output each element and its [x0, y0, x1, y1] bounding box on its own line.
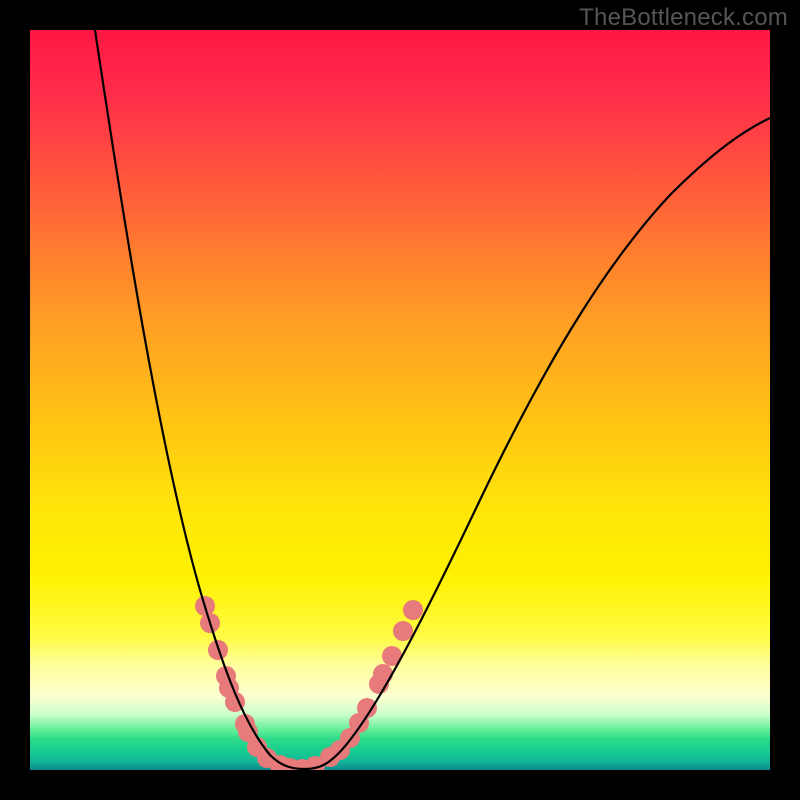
- bottleneck-curve: [95, 30, 770, 769]
- chart-svg: [30, 30, 770, 770]
- watermark-text: TheBottleneck.com: [579, 4, 788, 32]
- plot-area: [30, 30, 770, 770]
- data-marker: [393, 621, 413, 641]
- data-marker: [403, 600, 423, 620]
- data-marker: [373, 664, 393, 684]
- chart-frame: TheBottleneck.com: [0, 0, 800, 800]
- marker-group: [195, 596, 423, 770]
